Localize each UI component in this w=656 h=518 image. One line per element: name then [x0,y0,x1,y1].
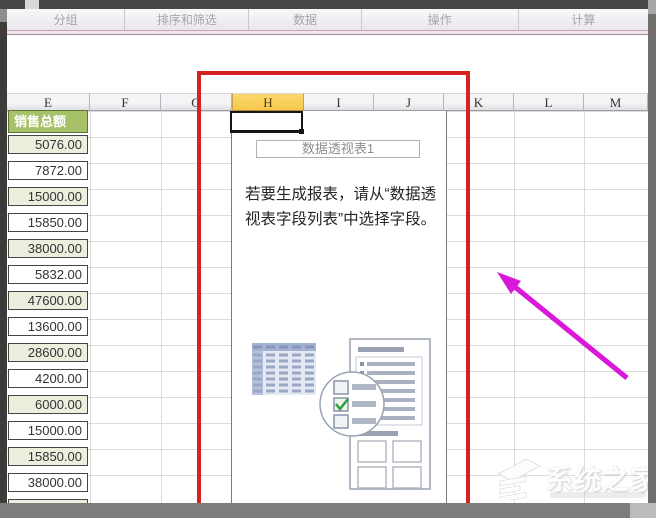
watermark-subtext-bar [550,492,646,498]
gridline-vertical [90,111,91,503]
ribbon-group-grouping: 分组 [7,9,126,30]
ribbon-group-label: 数据 [293,13,318,27]
sales-value-cell[interactable]: 5076.00 [8,135,88,154]
column-header-E[interactable]: E [7,93,90,111]
ribbon-group-calculations: 计算 [519,9,648,30]
sales-value-cell[interactable]: 28600.00 [8,343,88,362]
sales-value-cell[interactable]: 38000.00 [8,473,88,492]
sales-value-cell[interactable]: 5832.00 [8,265,88,284]
sales-value-cell[interactable]: 38000.00 [8,239,88,258]
ribbon-group-actions: 操作 [362,9,519,30]
gridline-vertical [161,111,162,503]
window-left-edge [0,9,7,503]
ribbon-group-sort-filter: 排序和筛选 [125,9,250,30]
left-edge-accent [0,9,7,22]
sales-value-cell[interactable]: 7872.00 [8,161,88,180]
watermark-logo-icon [497,458,541,503]
sales-table-header[interactable]: 销售总额 [8,110,88,133]
ribbon-group-row: 分组 排序和筛选 数据 操作 计算 [7,9,648,30]
sales-value-cell[interactable]: 4200.00 [8,369,88,388]
ribbon-group-label: 计算 [571,13,596,27]
column-header-M[interactable]: M [584,93,648,111]
annotation-arrow [497,272,629,380]
ribbon-group-label: 分组 [53,13,78,27]
sales-value-cell[interactable]: 6000.00 [8,395,88,414]
watermark: 系统之家 [494,456,656,503]
ribbon-group-data: 数据 [249,9,362,30]
sales-value-cell[interactable]: 47600.00 [8,291,88,310]
ribbon-group-label: 排序和筛选 [156,13,217,27]
excel-window: 分组 排序和筛选 数据 操作 计算 EFGHIJKLM 销售总额 5076.00 7… [0,0,656,518]
sales-value-cell[interactable]: 15850.00 [8,213,88,232]
window-right-edge [648,0,656,503]
highlight-rectangle [197,71,470,518]
sales-value-cell[interactable]: 13600.00 [8,317,88,336]
window-bottom-edge [0,503,656,518]
column-header-F[interactable]: F [90,93,161,111]
right-edge-accent [648,0,656,14]
top-edge-accent [25,0,39,9]
sales-value-cell[interactable]: 15000.00 [8,187,88,206]
sales-value-cell[interactable]: 15850.00 [8,447,88,466]
ribbon-bottom-edge [7,30,648,35]
bottom-edge-accent [630,503,656,518]
window-top-edge [0,0,656,9]
column-header-L[interactable]: L [514,93,584,111]
ribbon-group-label: 操作 [427,13,452,27]
sales-value-cell[interactable]: 15000.00 [8,421,88,440]
